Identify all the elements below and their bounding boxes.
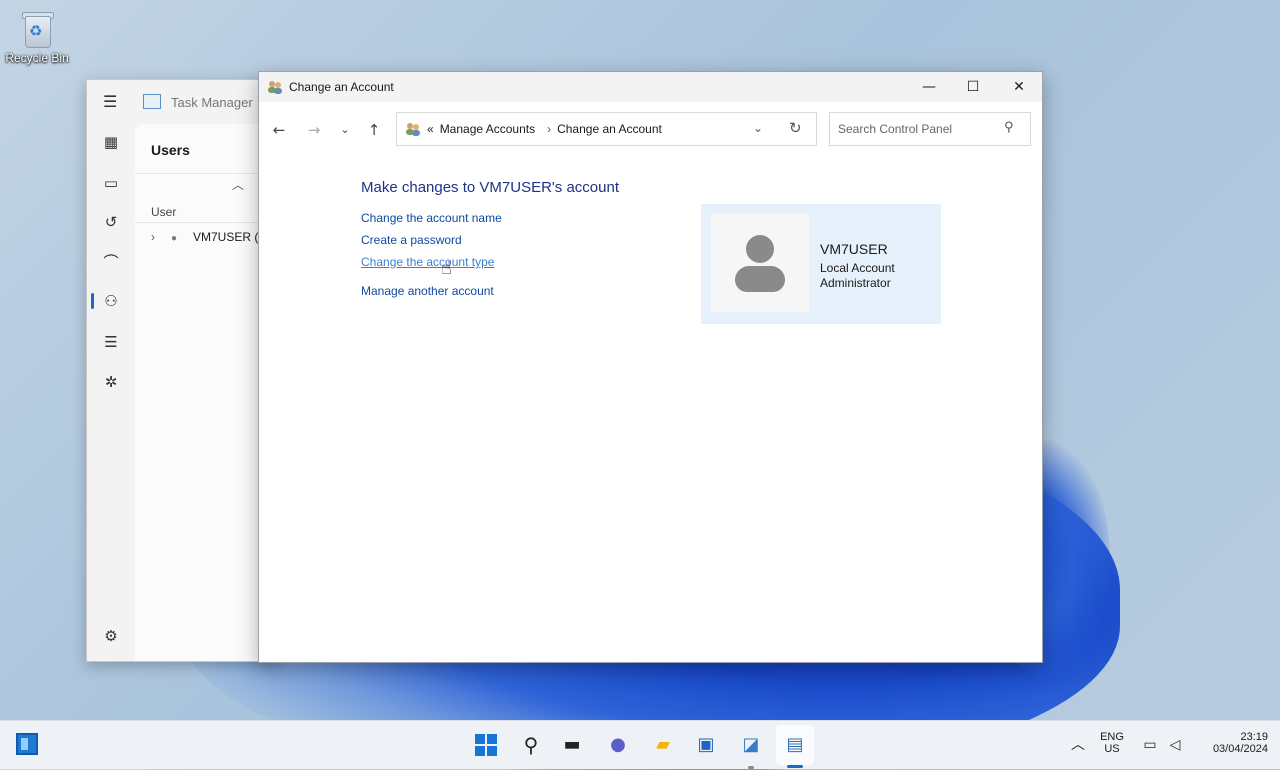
volume-muted-icon[interactable]: ◁: [1161, 731, 1189, 759]
task-manager-sidebar: ▦ ▭ ↺ ⌒ ⚇ ☰ ✲ ⚙: [87, 124, 135, 661]
breadcrumb-item-change-account[interactable]: Change an Account: [557, 122, 662, 136]
breadcrumb-separator-icon[interactable]: ›: [547, 122, 551, 136]
user-row-label: VM7USER (3: [193, 230, 266, 244]
recycle-bin-icon: ♻: [20, 10, 54, 48]
startup-apps-icon[interactable]: ⌒: [101, 252, 121, 272]
details-icon[interactable]: ☰: [101, 332, 121, 352]
chevron-right-icon[interactable]: ›: [151, 230, 171, 244]
breadcrumb-item-manage-accounts[interactable]: Manage Accounts: [440, 122, 535, 136]
close-button[interactable]: ✕: [996, 72, 1042, 102]
control-panel-window[interactable]: Change an Account — ☐ ✕ ← → ⌄ ↑ « Manage …: [258, 71, 1043, 663]
search-icon[interactable]: ⚲: [517, 731, 545, 759]
divider: [135, 222, 277, 223]
person-icon: ●: [171, 233, 178, 244]
navigation-bar: ← → ⌄ ↑ « Manage Accounts › Change an Accou…: [259, 102, 1042, 156]
page-title: Users: [151, 142, 190, 158]
recent-locations-chevron-icon[interactable]: ⌄: [335, 120, 355, 140]
refresh-icon[interactable]: ↻: [789, 119, 802, 137]
app-history-icon[interactable]: ↺: [101, 212, 121, 232]
clock-time: 23:19: [1240, 731, 1268, 743]
avatar: [711, 214, 809, 312]
sort-caret-up-icon[interactable]: ︿: [232, 176, 244, 193]
breadcrumb-overflow[interactable]: «: [427, 122, 434, 136]
widgets-icon[interactable]: [16, 733, 38, 755]
account-role: Administrator: [820, 276, 891, 290]
start-button[interactable]: [475, 734, 497, 756]
recycle-bin-shortcut[interactable]: ♻ Recycle Bin: [4, 10, 70, 65]
network-icon[interactable]: ▭: [1136, 731, 1164, 759]
divider: [135, 173, 277, 174]
minimize-button[interactable]: —: [906, 72, 952, 102]
task-manager-taskbar-icon[interactable]: ◪: [737, 731, 765, 759]
task-manager-logo-icon: [143, 94, 161, 109]
taskbar: ⚲ ▬ ● ▰ ▣ ◪ ▤ ︿ ENG US ▭ ◁ 23:19 03/04/2…: [0, 720, 1280, 769]
search-input[interactable]: [836, 120, 1000, 138]
user-accounts-icon: [268, 81, 282, 94]
region-label: US: [1104, 743, 1120, 755]
back-arrow-icon[interactable]: ←: [269, 120, 289, 140]
up-arrow-icon[interactable]: ↑: [364, 120, 384, 140]
chevron-up-icon[interactable]: ︿: [1064, 731, 1092, 759]
main-content: Make changes to VM7USER's account Change…: [259, 156, 1042, 662]
file-explorer-icon[interactable]: ▰: [649, 731, 677, 759]
task-manager-window[interactable]: ☰ Task Manager ▦ ▭ ↺ ⌒ ⚇ ☰ ✲ ⚙ Users ︿ U…: [86, 79, 278, 662]
manage-another-account-link[interactable]: Manage another account: [361, 284, 494, 298]
processes-icon[interactable]: ▦: [101, 132, 121, 152]
forward-arrow-icon[interactable]: →: [304, 120, 324, 140]
page-heading: Make changes to VM7USER's account: [361, 179, 619, 196]
task-manager-titlebar[interactable]: ☰ Task Manager: [87, 80, 277, 124]
window-title: Change an Account: [289, 80, 394, 94]
user-accounts-icon: [406, 123, 420, 136]
clock[interactable]: 23:19 03/04/2024: [1192, 731, 1268, 755]
account-type: Local Account: [820, 261, 895, 275]
chat-icon[interactable]: ●: [604, 731, 632, 759]
users-icon[interactable]: ⚇: [101, 291, 121, 311]
change-account-name-link[interactable]: Change the account name: [361, 211, 502, 225]
search-box[interactable]: ⚲: [829, 112, 1031, 146]
control-panel-taskbar-icon[interactable]: ▤: [781, 731, 809, 759]
search-icon[interactable]: ⚲: [1004, 120, 1014, 135]
performance-icon[interactable]: ▭: [101, 173, 121, 193]
recycle-bin-label: Recycle Bin: [5, 51, 69, 65]
task-manager-title: Task Manager: [171, 95, 253, 110]
address-dropdown-chevron-icon[interactable]: ⌄: [753, 121, 763, 135]
language-indicator[interactable]: ENG US: [1096, 731, 1128, 755]
account-name: VM7USER: [820, 241, 888, 257]
task-view-icon[interactable]: ▬: [558, 731, 586, 759]
breadcrumb: « Manage Accounts › Change an Account: [427, 122, 668, 136]
microsoft-store-icon[interactable]: ▣: [692, 731, 720, 759]
maximize-button[interactable]: ☐: [950, 72, 996, 102]
active-tab-indicator: [91, 293, 94, 309]
language-label: ENG: [1100, 731, 1124, 743]
hamburger-menu-icon[interactable]: ☰: [103, 94, 118, 110]
clock-date: 03/04/2024: [1212, 743, 1268, 755]
address-bar[interactable]: « Manage Accounts › Change an Account ⌄ ↻: [396, 112, 817, 146]
services-icon[interactable]: ✲: [101, 372, 121, 392]
settings-gear-icon[interactable]: ⚙: [101, 626, 121, 646]
table-row[interactable]: › ● VM7USER (3: [151, 230, 265, 244]
column-header-user[interactable]: User: [151, 205, 176, 219]
window-titlebar[interactable]: Change an Account — ☐ ✕: [259, 72, 1042, 102]
account-info-card: VM7USER Local Account Administrator: [701, 204, 941, 324]
hand-cursor-icon: ☝: [441, 258, 452, 279]
create-password-link[interactable]: Create a password: [361, 233, 462, 247]
change-account-type-link[interactable]: Change the account type: [361, 255, 494, 269]
task-manager-content: Users ︿ User › ● VM7USER (3: [135, 124, 277, 661]
